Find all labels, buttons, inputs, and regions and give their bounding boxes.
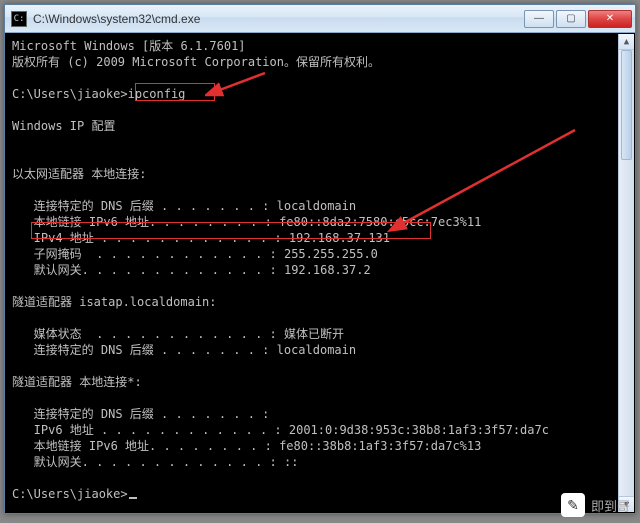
section-title: 隧道适配器 本地连接*: [12, 375, 142, 389]
row: 子网掩码 . . . . . . . . . . . . : 255.255.2… [12, 247, 378, 261]
scroll-up-button[interactable]: ▲ [619, 34, 634, 50]
row: 连接特定的 DNS 后缀 . . . . . . . : localdomain [12, 199, 356, 213]
close-button[interactable]: ✕ [588, 10, 632, 28]
row: 媒体状态 . . . . . . . . . . . . : 媒体已断开 [12, 327, 344, 341]
ipconfig-heading: Windows IP 配置 [12, 119, 115, 133]
section-title: 以太网适配器 本地连接: [12, 167, 146, 181]
terminal-output[interactable]: Microsoft Windows [版本 6.1.7601] 版权所有 (c)… [6, 34, 634, 512]
row: 连接特定的 DNS 后缀 . . . . . . . : [12, 407, 269, 421]
row: 默认网关. . . . . . . . . . . . . : 192.168.… [12, 263, 371, 277]
vertical-scrollbar[interactable]: ▲ ▼ [618, 34, 634, 512]
watermark-icon: ✎ [561, 493, 585, 517]
header-line-1: Microsoft Windows [版本 6.1.7601] [12, 39, 246, 53]
prompt-line-1: C:\Users\jiaoke>ipconfig [12, 87, 185, 101]
row: 本地链接 IPv6 地址. . . . . . . . : fe80::38b8… [12, 439, 481, 453]
prompt-path: C:\Users\jiaoke> [12, 487, 128, 501]
row: 默认网关. . . . . . . . . . . . . : :: [12, 455, 298, 469]
header-line-2: 版权所有 (c) 2009 Microsoft Corporation。保留所有… [12, 55, 380, 69]
cursor [129, 497, 137, 499]
row: 本地链接 IPv6 地址. . . . . . . . : fe80::8da2… [12, 215, 481, 229]
prompt-command: ipconfig [128, 87, 186, 101]
watermark: ✎ 即到哥 [561, 493, 630, 517]
titlebar[interactable]: C: C:\Windows\system32\cmd.exe — ▢ ✕ [5, 5, 635, 33]
prompt-path: C:\Users\jiaoke> [12, 87, 128, 101]
row: 连接特定的 DNS 后缀 . . . . . . . : localdomain [12, 343, 356, 357]
row: IPv6 地址 . . . . . . . . . . . . : 2001:0… [12, 423, 549, 437]
minimize-button[interactable]: — [524, 10, 554, 28]
maximize-button[interactable]: ▢ [556, 10, 586, 28]
section-title: 隧道适配器 isatap.localdomain: [12, 295, 217, 309]
window-buttons: — ▢ ✕ [524, 10, 632, 28]
window-title: C:\Windows\system32\cmd.exe [33, 12, 524, 26]
row-ipv4: IPv4 地址 . . . . . . . . . . . . : 192.16… [12, 231, 390, 245]
scroll-thumb[interactable] [621, 50, 632, 160]
cmd-icon: C: [11, 11, 27, 27]
watermark-text: 即到哥 [591, 496, 630, 515]
cmd-window: C: C:\Windows\system32\cmd.exe — ▢ ✕ Mic… [4, 4, 636, 514]
prompt-line-2: C:\Users\jiaoke> [12, 487, 137, 501]
